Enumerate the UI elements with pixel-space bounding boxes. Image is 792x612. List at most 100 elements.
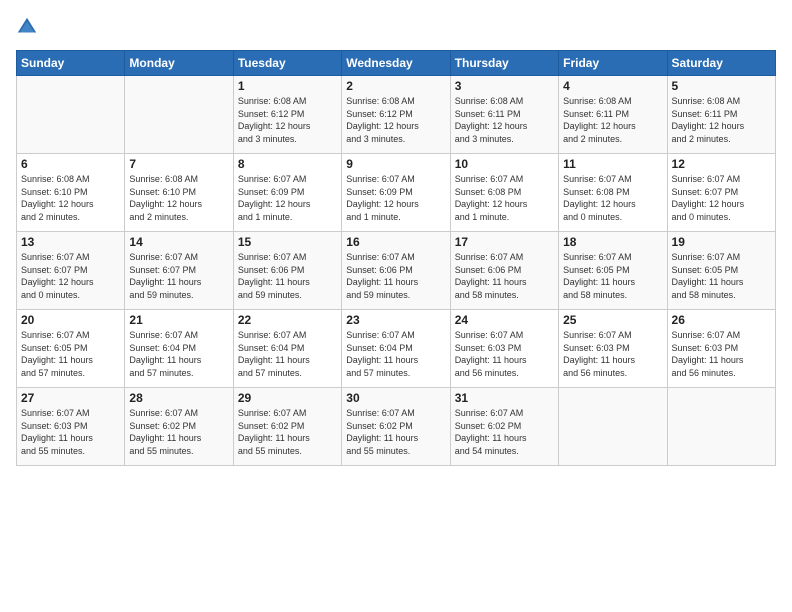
- cell-info: Sunrise: 6:07 AM Sunset: 6:04 PM Dayligh…: [129, 329, 228, 379]
- calendar-cell: 28 Sunrise: 6:07 AM Sunset: 6:02 PM Dayli…: [125, 388, 233, 466]
- day-number: 20: [21, 313, 120, 327]
- day-number: 29: [238, 391, 337, 405]
- week-row-2: 6Sunrise: 6:08 AM Sunset: 6:10 PM Daylig…: [17, 154, 776, 232]
- logo-icon: [16, 16, 38, 38]
- calendar-cell: 8Sunrise: 6:07 AM Sunset: 6:09 PM Daylig…: [233, 154, 341, 232]
- day-number: 27: [21, 391, 120, 405]
- calendar-cell: 30 Sunrise: 6:07 AM Sunset: 6:02 PM Dayli…: [342, 388, 450, 466]
- cell-info: Sunrise: 6:08 AM Sunset: 6:11 PM Dayligh…: [672, 95, 771, 145]
- calendar-cell: 9 Sunrise: 6:07 AM Sunset: 6:09 PM Daylig…: [342, 154, 450, 232]
- day-number: 23: [346, 313, 445, 327]
- calendar-cell: 31 Sunrise: 6:07 AM Sunset: 6:02 PM Dayli…: [450, 388, 558, 466]
- cell-info: Sunrise: 6:07 AM Sunset: 6:02 PM Dayligh…: [455, 407, 554, 457]
- cell-info: Sunrise: 6:08 AM Sunset: 6:12 PM Dayligh…: [346, 95, 445, 145]
- day-number: 9: [346, 157, 445, 171]
- header-day-tuesday: Tuesday: [233, 51, 341, 76]
- cell-info: Sunrise: 6:07 AM Sunset: 6:07 PM Dayligh…: [129, 251, 228, 301]
- calendar-cell: 15 Sunrise: 6:07 AM Sunset: 6:06 PM Dayli…: [233, 232, 341, 310]
- day-number: 17: [455, 235, 554, 249]
- cell-info: Sunrise: 6:07 AM Sunset: 6:02 PM Dayligh…: [238, 407, 337, 457]
- day-number: 12: [672, 157, 771, 171]
- header-row: SundayMondayTuesdayWednesdayThursdayFrid…: [17, 51, 776, 76]
- day-number: 26: [672, 313, 771, 327]
- calendar-cell: 13Sunrise: 6:07 AM Sunset: 6:07 PM Dayli…: [17, 232, 125, 310]
- cell-info: Sunrise: 6:07 AM Sunset: 6:02 PM Dayligh…: [346, 407, 445, 457]
- cell-info: Sunrise: 6:08 AM Sunset: 6:10 PM Dayligh…: [129, 173, 228, 223]
- cell-info: Sunrise: 6:07 AM Sunset: 6:06 PM Dayligh…: [238, 251, 337, 301]
- day-number: 16: [346, 235, 445, 249]
- calendar-cell: 5 Sunrise: 6:08 AM Sunset: 6:11 PM Daylig…: [667, 76, 775, 154]
- calendar-cell: 6Sunrise: 6:08 AM Sunset: 6:10 PM Daylig…: [17, 154, 125, 232]
- calendar-cell: 3 Sunrise: 6:08 AM Sunset: 6:11 PM Daylig…: [450, 76, 558, 154]
- day-number: 28: [129, 391, 228, 405]
- calendar-cell: 29 Sunrise: 6:07 AM Sunset: 6:02 PM Dayli…: [233, 388, 341, 466]
- page-header: [16, 16, 776, 38]
- day-number: 10: [455, 157, 554, 171]
- day-number: 15: [238, 235, 337, 249]
- calendar-cell: 18 Sunrise: 6:07 AM Sunset: 6:05 PM Dayli…: [559, 232, 667, 310]
- logo: [16, 16, 42, 38]
- calendar-cell: 25Sunrise: 6:07 AM Sunset: 6:03 PM Dayli…: [559, 310, 667, 388]
- calendar-cell: 14 Sunrise: 6:07 AM Sunset: 6:07 PM Dayli…: [125, 232, 233, 310]
- cell-info: Sunrise: 6:07 AM Sunset: 6:04 PM Dayligh…: [238, 329, 337, 379]
- day-number: 8: [238, 157, 337, 171]
- cell-info: Sunrise: 6:07 AM Sunset: 6:04 PM Dayligh…: [346, 329, 445, 379]
- calendar-cell: [17, 76, 125, 154]
- calendar-cell: 16 Sunrise: 6:07 AM Sunset: 6:06 PM Dayli…: [342, 232, 450, 310]
- cell-info: Sunrise: 6:07 AM Sunset: 6:03 PM Dayligh…: [21, 407, 120, 457]
- day-number: 19: [672, 235, 771, 249]
- cell-info: Sunrise: 6:07 AM Sunset: 6:07 PM Dayligh…: [21, 251, 120, 301]
- day-number: 25: [563, 313, 662, 327]
- calendar-cell: 26Sunrise: 6:07 AM Sunset: 6:03 PM Dayli…: [667, 310, 775, 388]
- cell-info: Sunrise: 6:07 AM Sunset: 6:06 PM Dayligh…: [346, 251, 445, 301]
- week-row-3: 13Sunrise: 6:07 AM Sunset: 6:07 PM Dayli…: [17, 232, 776, 310]
- day-number: 22: [238, 313, 337, 327]
- calendar-cell: 24 Sunrise: 6:07 AM Sunset: 6:03 PM Dayli…: [450, 310, 558, 388]
- calendar-cell: [667, 388, 775, 466]
- cell-info: Sunrise: 6:07 AM Sunset: 6:05 PM Dayligh…: [563, 251, 662, 301]
- cell-info: Sunrise: 6:07 AM Sunset: 6:08 PM Dayligh…: [563, 173, 662, 223]
- week-row-5: 27 Sunrise: 6:07 AM Sunset: 6:03 PM Dayli…: [17, 388, 776, 466]
- header-day-saturday: Saturday: [667, 51, 775, 76]
- day-number: 3: [455, 79, 554, 93]
- cell-info: Sunrise: 6:07 AM Sunset: 6:07 PM Dayligh…: [672, 173, 771, 223]
- day-number: 24: [455, 313, 554, 327]
- day-number: 4: [563, 79, 662, 93]
- day-number: 21: [129, 313, 228, 327]
- cell-info: Sunrise: 6:08 AM Sunset: 6:10 PM Dayligh…: [21, 173, 120, 223]
- day-number: 31: [455, 391, 554, 405]
- cell-info: Sunrise: 6:07 AM Sunset: 6:06 PM Dayligh…: [455, 251, 554, 301]
- day-number: 18: [563, 235, 662, 249]
- header-day-sunday: Sunday: [17, 51, 125, 76]
- header-day-thursday: Thursday: [450, 51, 558, 76]
- day-number: 5: [672, 79, 771, 93]
- cell-info: Sunrise: 6:07 AM Sunset: 6:09 PM Dayligh…: [346, 173, 445, 223]
- calendar-cell: [559, 388, 667, 466]
- day-number: 2: [346, 79, 445, 93]
- calendar-cell: 27 Sunrise: 6:07 AM Sunset: 6:03 PM Dayli…: [17, 388, 125, 466]
- calendar-cell: 4Sunrise: 6:08 AM Sunset: 6:11 PM Daylig…: [559, 76, 667, 154]
- calendar-cell: 1Sunrise: 6:08 AM Sunset: 6:12 PM Daylig…: [233, 76, 341, 154]
- day-number: 30: [346, 391, 445, 405]
- day-number: 7: [129, 157, 228, 171]
- cell-info: Sunrise: 6:07 AM Sunset: 6:03 PM Dayligh…: [455, 329, 554, 379]
- week-row-4: 20 Sunrise: 6:07 AM Sunset: 6:05 PM Dayli…: [17, 310, 776, 388]
- header-day-wednesday: Wednesday: [342, 51, 450, 76]
- calendar-cell: 7 Sunrise: 6:08 AM Sunset: 6:10 PM Daylig…: [125, 154, 233, 232]
- calendar-cell: 17 Sunrise: 6:07 AM Sunset: 6:06 PM Dayli…: [450, 232, 558, 310]
- calendar-cell: 19 Sunrise: 6:07 AM Sunset: 6:05 PM Dayli…: [667, 232, 775, 310]
- week-row-1: 1 Sunrise: 6:08 AM Sunset: 6:12 PM Daylig…: [17, 76, 776, 154]
- cell-info: Sunrise: 6:07 AM Sunset: 6:05 PM Dayligh…: [21, 329, 120, 379]
- calendar-cell: 21 Sunrise: 6:07 AM Sunset: 6:04 PM Dayli…: [125, 310, 233, 388]
- cell-info: Sunrise: 6:07 AM Sunset: 6:02 PM Dayligh…: [129, 407, 228, 457]
- day-number: 14: [129, 235, 228, 249]
- calendar-cell: 22 Sunrise: 6:07 AM Sunset: 6:04 PM Dayli…: [233, 310, 341, 388]
- cell-info: Sunrise: 6:08 AM Sunset: 6:11 PM Dayligh…: [455, 95, 554, 145]
- cell-info: Sunrise: 6:07 AM Sunset: 6:08 PM Dayligh…: [455, 173, 554, 223]
- day-number: 1: [238, 79, 337, 93]
- cell-info: Sunrise: 6:07 AM Sunset: 6:05 PM Dayligh…: [672, 251, 771, 301]
- calendar-cell: 12 Sunrise: 6:07 AM Sunset: 6:07 PM Dayli…: [667, 154, 775, 232]
- calendar-cell: 23 Sunrise: 6:07 AM Sunset: 6:04 PM Dayli…: [342, 310, 450, 388]
- calendar-cell: 11Sunrise: 6:07 AM Sunset: 6:08 PM Dayli…: [559, 154, 667, 232]
- calendar-cell: 2 Sunrise: 6:08 AM Sunset: 6:12 PM Daylig…: [342, 76, 450, 154]
